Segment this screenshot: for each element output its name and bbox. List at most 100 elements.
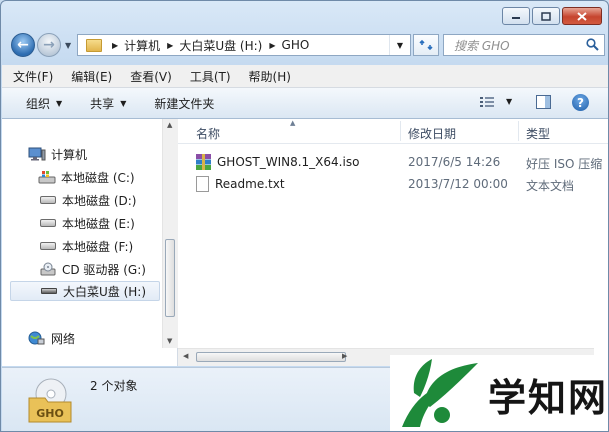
maximize-icon xyxy=(541,11,551,21)
cd-drive-icon xyxy=(40,262,56,276)
view-dropdown-icon[interactable]: ▼ xyxy=(506,97,512,106)
caption-buttons xyxy=(502,7,602,25)
refresh-icon xyxy=(419,39,433,51)
breadcrumb-arrow-icon[interactable]: ▶ xyxy=(269,41,275,50)
tree-label-computer: 计算机 xyxy=(51,147,88,162)
column-type[interactable]: 类型 xyxy=(526,125,550,142)
change-view-icon[interactable] xyxy=(480,96,494,108)
tree-item-drive-c[interactable]: 本地磁盘 (C:) xyxy=(38,167,135,187)
help-icon[interactable]: ? xyxy=(572,94,589,111)
scroll-up-icon[interactable]: ▲ xyxy=(167,121,172,129)
maximize-button[interactable] xyxy=(532,7,560,25)
address-bar[interactable]: ▶ 计算机 ▶ 大白菜U盘 (H:) ▶ GHO ▼ xyxy=(77,34,411,56)
tree-label-drive: 本地磁盘 (D:) xyxy=(62,193,137,208)
watermark: 学知网 xyxy=(390,355,609,431)
archive-icon xyxy=(196,154,211,170)
menu-edit[interactable]: 编辑(E) xyxy=(64,68,119,85)
tree-label-network: 网络 xyxy=(51,331,76,346)
tree-item-network[interactable]: 网络 xyxy=(28,328,75,348)
breadcrumb-arrow-icon[interactable]: ▶ xyxy=(112,41,118,50)
scroll-down-icon[interactable]: ▼ xyxy=(167,337,172,345)
minimize-icon xyxy=(512,17,520,19)
file-type: 文本文档 xyxy=(526,179,575,193)
scroll-left-icon[interactable]: ◀ xyxy=(183,352,188,360)
nav-pane-scrollbar[interactable]: ▲ ▼ xyxy=(162,119,178,348)
folder-label: GHO xyxy=(36,407,64,420)
column-header: ▲ 名称 修改日期 类型 xyxy=(178,119,608,144)
file-date: 2017/6/5 14:26 xyxy=(408,155,501,169)
drive-icon xyxy=(40,196,56,204)
scroll-right-icon[interactable]: ▶ xyxy=(342,352,347,360)
share-button[interactable]: 共享 ▼ xyxy=(90,95,126,112)
file-type: 好压 ISO 压缩 xyxy=(526,157,603,171)
back-button[interactable]: ← xyxy=(11,33,35,57)
close-icon xyxy=(577,11,587,21)
breadcrumb-arrow-icon[interactable]: ▶ xyxy=(167,41,173,50)
search-input[interactable] xyxy=(452,36,586,56)
column-modified[interactable]: 修改日期 xyxy=(408,125,456,142)
menu-view[interactable]: 查看(V) xyxy=(123,68,179,85)
share-label: 共享 xyxy=(90,96,115,111)
address-dropdown-icon[interactable]: ▼ xyxy=(389,35,410,55)
file-name: GHOST_WIN8.1_X64.iso xyxy=(217,155,360,169)
folder-icon xyxy=(86,38,102,52)
tree-label-drive: CD 驱动器 (G:) xyxy=(62,262,146,277)
column-name[interactable]: 名称 xyxy=(196,125,220,142)
back-arrow-icon: ← xyxy=(17,37,29,53)
menu-help[interactable]: 帮助(H) xyxy=(242,68,298,85)
tree-item-usb-drive[interactable]: 大白菜U盘 (H:) xyxy=(10,281,160,301)
tree-item-drive-e[interactable]: 本地磁盘 (E:) xyxy=(40,213,135,233)
new-folder-button[interactable]: 新建文件夹 xyxy=(154,95,214,112)
search-icon[interactable] xyxy=(586,38,599,51)
tree-item-drive-f[interactable]: 本地磁盘 (F:) xyxy=(40,236,133,256)
file-name: Readme.txt xyxy=(215,177,285,191)
network-icon xyxy=(28,331,45,344)
close-button[interactable] xyxy=(562,7,602,25)
forward-arrow-icon: → xyxy=(43,37,55,53)
organize-button[interactable]: 组织 ▼ xyxy=(26,95,62,112)
sort-ascending-icon: ▲ xyxy=(290,119,296,127)
menu-tools[interactable]: 工具(T) xyxy=(183,68,238,85)
navigation-bar: ← → ▼ ▶ 计算机 ▶ 大白菜U盘 (H:) ▶ GHO ▼ xyxy=(9,31,608,59)
file-list: ▲ 名称 修改日期 类型 GHOST_WIN8.1_X64.iso 2017/6… xyxy=(178,119,608,366)
scrollbar-thumb[interactable] xyxy=(165,239,175,317)
tree-item-cd-drive[interactable]: CD 驱动器 (G:) xyxy=(40,259,146,279)
explorer-window: ← → ▼ ▶ 计算机 ▶ 大白菜U盘 (H:) ▶ GHO ▼ 搜索 GHO … xyxy=(0,0,609,432)
scrollbar-thumb[interactable] xyxy=(196,352,346,362)
file-row[interactable]: GHOST_WIN8.1_X64.iso 2017/6/5 14:26 好压 I… xyxy=(196,152,602,172)
tree-label-drive: 本地磁盘 (C:) xyxy=(61,170,135,185)
file-row[interactable]: Readme.txt 2013/7/12 00:00 文本文档 xyxy=(196,174,574,194)
command-bar: 组织 ▼ 共享 ▼ 新建文件夹 ▼ ? xyxy=(2,88,608,119)
drive-icon xyxy=(40,242,56,250)
drive-icon xyxy=(40,219,56,227)
menu-file[interactable]: 文件(F) xyxy=(6,68,60,85)
preview-pane-icon[interactable] xyxy=(536,95,551,109)
computer-icon xyxy=(28,147,46,161)
navigation-pane: 计算机 本地磁盘 (C:) 本地磁盘 (D:) 本地磁盘 (E:) 本地磁盘 (… xyxy=(2,119,178,366)
history-dropdown-icon[interactable]: ▼ xyxy=(65,41,71,50)
tree-item-computer[interactable]: 计算机 xyxy=(28,144,87,164)
breadcrumb-computer[interactable]: 计算机 xyxy=(124,37,160,54)
chevron-down-icon: ▼ xyxy=(120,98,127,108)
refresh-button[interactable] xyxy=(413,34,439,56)
organize-label: 组织 xyxy=(26,96,51,111)
tree-label-drive: 本地磁盘 (F:) xyxy=(62,239,134,254)
tree-item-drive-d[interactable]: 本地磁盘 (D:) xyxy=(40,190,136,210)
watermark-text: 学知网 xyxy=(488,374,609,420)
search-box[interactable] xyxy=(443,34,605,56)
usb-drive-icon xyxy=(41,288,57,294)
tree-label-drive: 本地磁盘 (E:) xyxy=(62,216,135,231)
text-file-icon xyxy=(196,176,209,192)
forward-button[interactable]: → xyxy=(37,33,61,57)
column-divider[interactable] xyxy=(400,121,401,141)
folder-disc-icon: GHO xyxy=(28,378,72,423)
menu-bar: 文件(F) 编辑(E) 查看(V) 工具(T) 帮助(H) xyxy=(2,65,608,88)
file-date: 2013/7/12 00:00 xyxy=(408,177,508,191)
chevron-down-icon: ▼ xyxy=(56,98,63,108)
column-divider[interactable] xyxy=(518,121,519,141)
minimize-button[interactable] xyxy=(502,7,530,25)
breadcrumb-gho[interactable]: GHO xyxy=(282,38,310,52)
breadcrumb-usb-drive[interactable]: 大白菜U盘 (H:) xyxy=(179,37,262,54)
os-drive-icon xyxy=(38,171,56,184)
item-count: 2 个对象 xyxy=(90,379,138,393)
